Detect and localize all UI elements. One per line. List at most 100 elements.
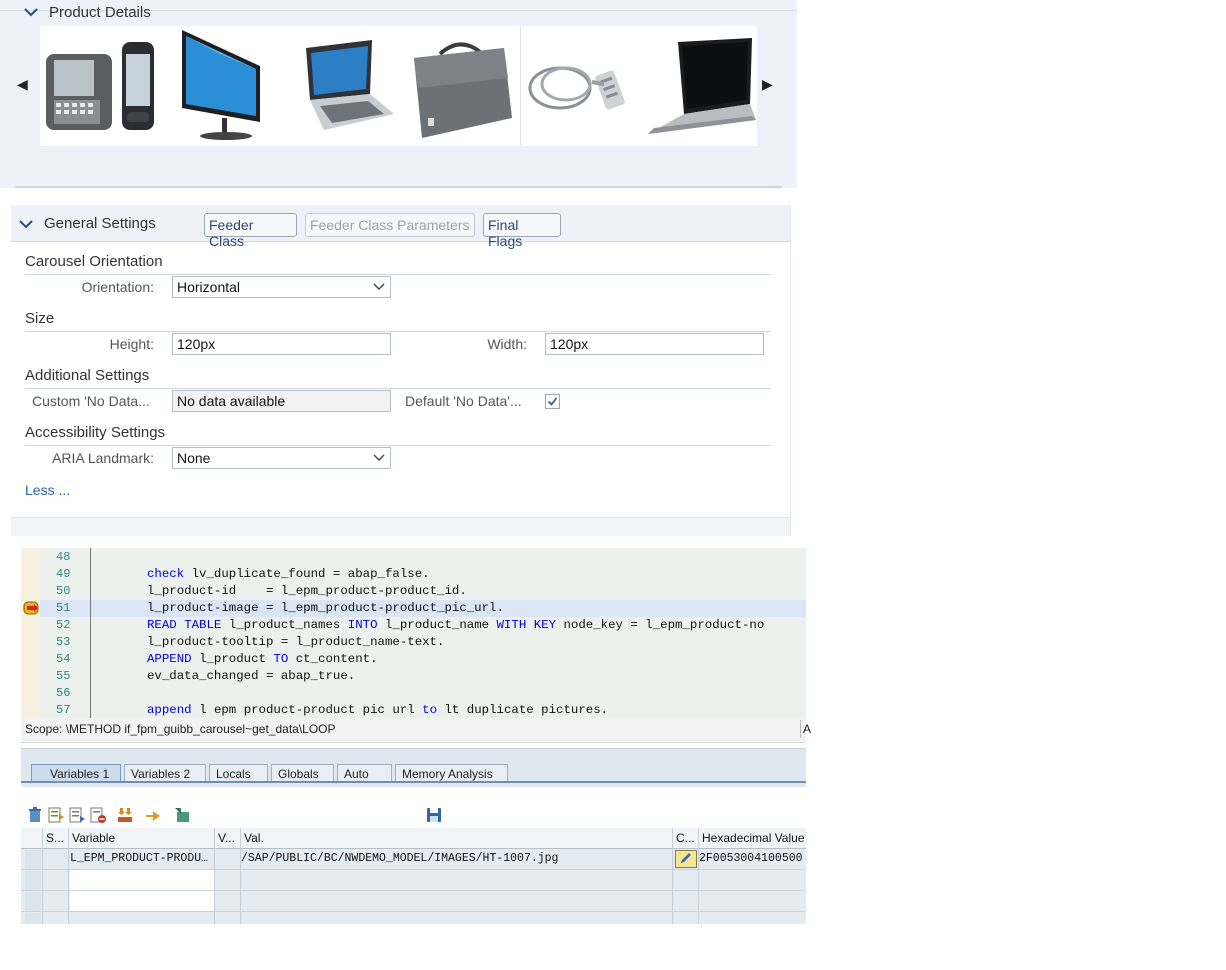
edit-icon[interactable] [675,850,697,868]
height-input[interactable]: 120px [172,333,391,355]
line-number: 52 [56,618,71,632]
divider [520,26,521,146]
column-header-v[interactable]: V... [215,828,241,849]
divider [42,828,43,924]
transfer-icon[interactable] [173,806,191,824]
divider [25,388,771,389]
code-line[interactable]: 55 ev_data_changed = abap_true. [21,668,806,685]
aria-landmark-label: ARIA Landmark: [52,450,154,466]
feeder-class-button[interactable]: Feeder Class [204,213,297,249]
code-line[interactable]: 57 append l epm product-product pic url t… [21,702,806,718]
row-selector[interactable] [25,913,41,924]
variables-table[interactable]: S... Variable V... Val. C... Hexadecimal… [21,828,806,924]
code-line[interactable]: 56 [21,685,806,702]
variable-cell[interactable] [70,891,214,911]
code-text: append l epm product-product pic url to … [147,703,609,717]
column-header-select[interactable] [21,828,43,849]
chevron-down-icon[interactable] [18,216,34,232]
panel-footer [11,518,790,536]
insert-row-icon[interactable] [47,806,65,824]
tab-auto[interactable]: Auto [337,764,392,781]
cable-lock-image [528,66,625,110]
code-line[interactable]: 53 l_product-tooltip = l_product_name-tex… [21,634,806,651]
divider [25,274,771,275]
hex-cell[interactable]: 2F0053004100500 [699,852,806,865]
value-cell[interactable]: /SAP/PUBLIC/BC/NWDEMO_MODEL/IMAGES/HT-10… [241,852,671,865]
custom-no-data-input[interactable]: No data available [172,390,391,412]
carousel-item-phones[interactable] [40,26,160,146]
code-text: l_product-id = l_epm_product-product_id. [147,584,467,598]
tab-variables-2[interactable]: Variables 2 [124,764,206,781]
divider [15,186,782,188]
carousel-item-monitor[interactable] [160,26,280,146]
default-no-data-label: Default 'No Data'... [405,393,522,409]
code-editor[interactable]: 48 49 check lv_duplicate_found = abap_fals… [21,548,806,718]
column-header-variable[interactable]: Variable [69,828,215,849]
less-link[interactable]: Less ... [25,482,70,498]
variable-cell[interactable]: L_EPM_PRODUCT-PRODU… [70,852,212,865]
divider [25,331,771,332]
code-line[interactable]: 51 l_product-image = l_epm_product-produc… [21,600,806,617]
column-header-value[interactable]: Val. [241,828,673,849]
carousel-next-button[interactable]: ▶ [762,76,773,93]
chevron-down-icon[interactable] [23,4,39,20]
carousel-item-laptop[interactable] [280,26,400,146]
row-selector[interactable] [25,850,41,869]
move-icon[interactable] [144,806,162,824]
product-details-header[interactable] [0,160,797,186]
variable-cell[interactable] [70,870,214,890]
carousel-strip [40,26,757,146]
row-selector[interactable] [25,871,41,890]
scope-right-label: A [803,722,812,736]
column-header-s[interactable]: S... [43,828,69,849]
divider [240,828,241,924]
code-line[interactable]: 48 [21,549,806,566]
section-title-additional-settings: Additional Settings [25,367,150,384]
carousel-item-notebook[interactable] [640,26,760,146]
line-number: 49 [56,567,71,581]
tab-locals[interactable]: Locals [209,764,268,781]
default-no-data-checkbox[interactable] [545,394,560,409]
column-header-c[interactable]: C... [673,828,699,849]
line-number: 48 [56,550,71,564]
table-row[interactable] [21,912,806,924]
divider [672,828,673,924]
laptop-image [306,40,394,130]
delete-row-icon[interactable] [89,806,107,824]
feeder-class-parameters-button[interactable]: Feeder Class Parameters [305,213,475,237]
table-row[interactable] [21,870,806,891]
carousel-item-bag[interactable] [400,26,520,146]
breakpoint-current-line-icon[interactable] [23,601,39,615]
expand-icon[interactable] [116,806,134,824]
width-input[interactable]: 120px [545,333,764,355]
tab-memory-analysis[interactable]: Memory Analysis [395,764,508,781]
section-title-size: Size [25,310,55,327]
table-row[interactable]: L_EPM_PRODUCT-PRODU… /SAP/PUBLIC/BC/NWDE… [21,849,806,870]
aria-landmark-value: None [177,450,211,466]
final-flags-button[interactable]: Final Flags [483,213,561,249]
row-selector[interactable] [25,892,41,911]
code-line[interactable]: 54 APPEND l_product TO ct_content. [21,651,806,668]
tab-globals[interactable]: Globals [271,764,334,781]
breakpoint-gutter[interactable] [21,548,40,718]
code-text: check lv_duplicate_found = abap_false. [147,567,430,581]
code-text: l_product-image = l_epm_product-product_… [147,601,504,615]
line-number: 50 [56,584,71,598]
height-label: Height: [109,336,154,352]
code-text: APPEND l_product TO ct_content. [147,652,378,666]
code-line[interactable]: 52 READ TABLE l_product_names INTO l_prod… [21,617,806,634]
column-header-hex[interactable]: Hexadecimal Value [699,828,806,849]
orientation-dropdown[interactable]: Horizontal [172,276,391,298]
delete-icon[interactable] [26,806,44,824]
table-row[interactable] [21,891,806,912]
append-row-icon[interactable] [68,806,86,824]
carousel-prev-button[interactable]: ◀ [17,76,28,93]
line-number: 57 [56,703,71,717]
save-icon[interactable] [425,806,443,824]
tab-variables-1[interactable]: Variables 1 [31,764,121,781]
code-line[interactable]: 49 check lv_duplicate_found = abap_false. [21,566,806,583]
line-number: 53 [56,635,71,649]
carousel-item-cable-lock[interactable] [520,26,640,146]
code-line[interactable]: 50 l_product-id = l_epm_product-product_i… [21,583,806,600]
aria-landmark-dropdown[interactable]: None [172,447,391,469]
